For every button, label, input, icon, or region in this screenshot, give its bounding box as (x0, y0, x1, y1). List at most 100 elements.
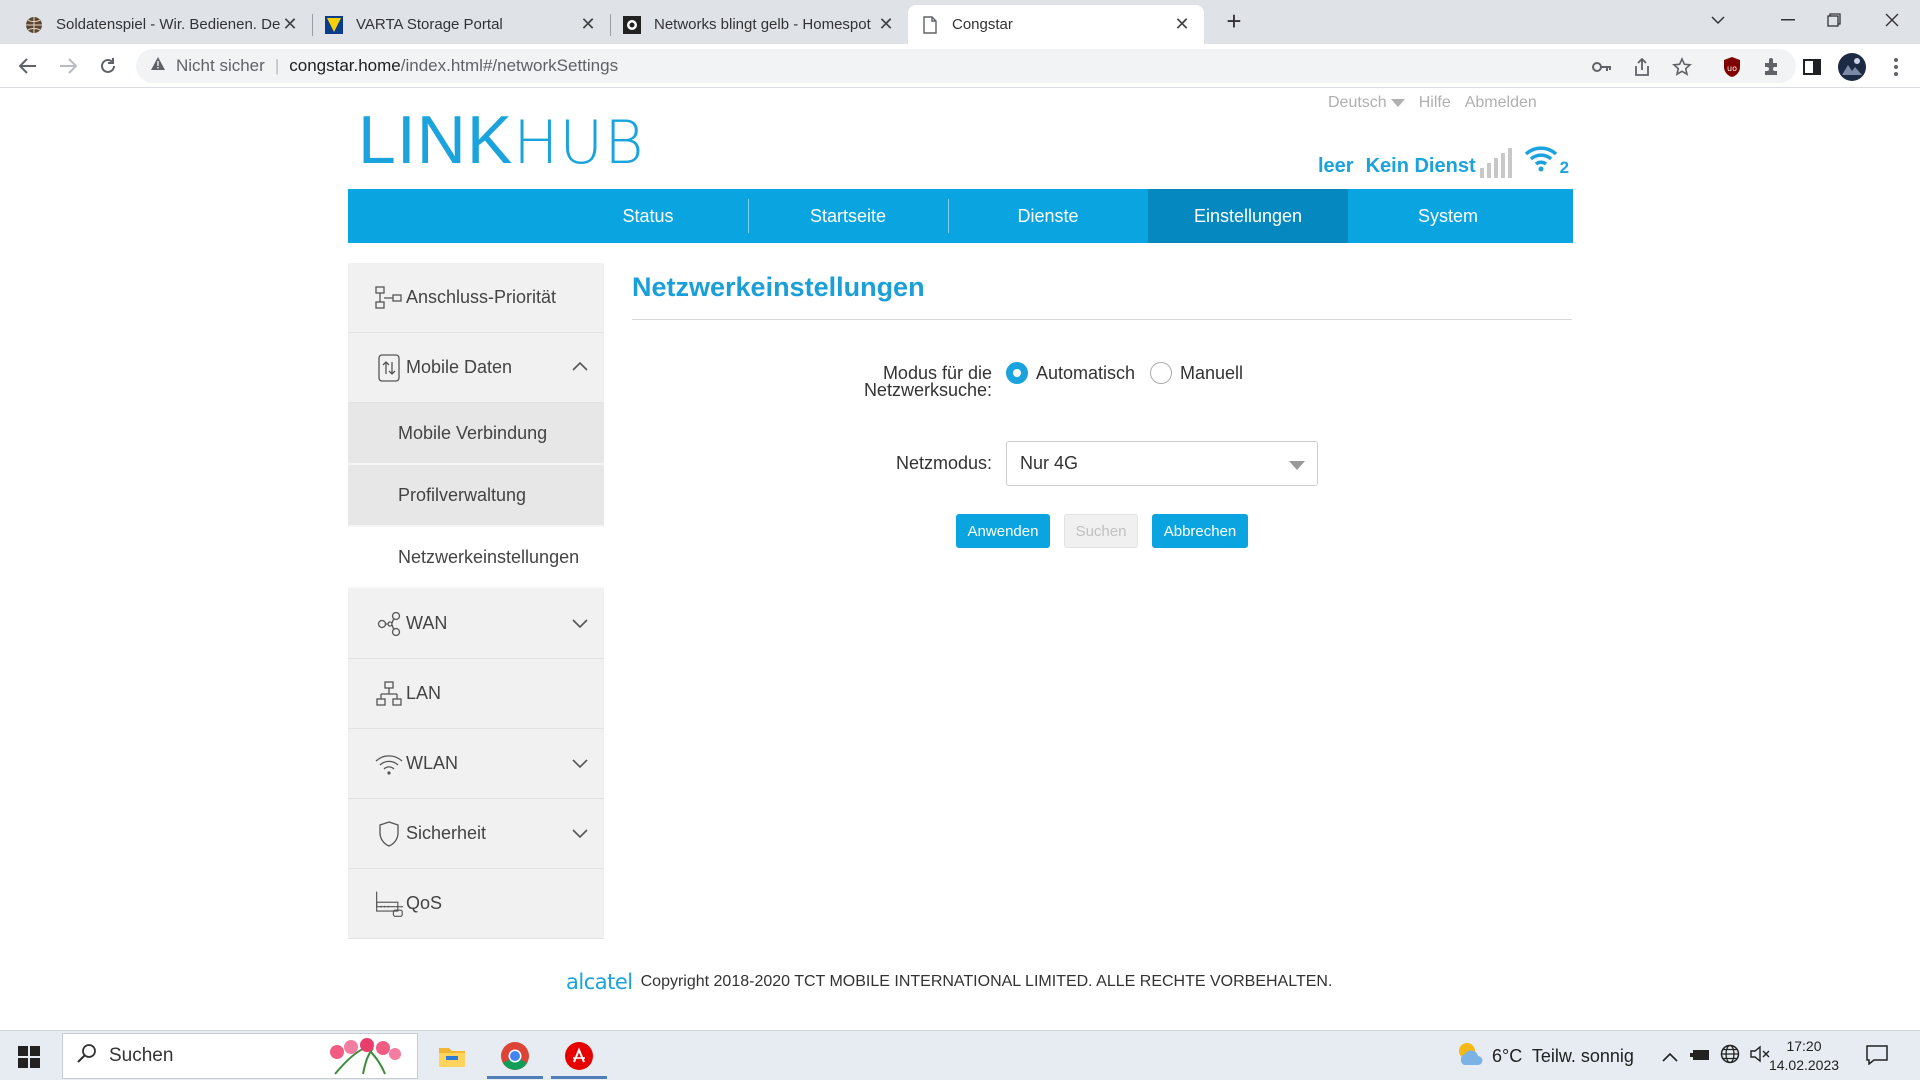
page-title: Netzwerkeinstellungen (632, 272, 925, 302)
sidebar-item-label: WAN (406, 613, 448, 633)
close-icon[interactable]: ✕ (876, 14, 896, 35)
back-icon[interactable] (14, 52, 42, 80)
restore-button[interactable] (1806, 0, 1862, 40)
speaker-muted-icon[interactable] (1750, 1045, 1770, 1068)
sidepanel-icon[interactable] (1800, 55, 1824, 79)
nav-einstellungen[interactable]: Einstellungen (1148, 189, 1348, 243)
clock-date: 14.02.2023 (1768, 1057, 1840, 1073)
nav-dienste[interactable]: Dienste (948, 189, 1148, 243)
dropdown-arrow-icon (1289, 461, 1305, 470)
header-links: Deutsch Hilfe Abmelden (1328, 94, 1537, 112)
radio-label: Automatisch (1036, 362, 1136, 383)
notification-icon[interactable] (1866, 1045, 1888, 1070)
star-icon[interactable] (1670, 55, 1694, 79)
avatar[interactable] (1838, 53, 1866, 81)
radio-automatic[interactable]: Automatisch (1006, 362, 1135, 384)
nav-status[interactable]: Status (548, 189, 748, 243)
nav-system[interactable]: System (1348, 189, 1548, 243)
new-tab-button[interactable]: + (1220, 8, 1248, 36)
address-toolbar: Nicht sicher | congstar.home/index.html#… (0, 44, 1920, 88)
browser-tab[interactable]: VARTA Storage Portal ✕ (312, 5, 610, 44)
sidebar-item-network-settings[interactable]: Netzwerkeinstellungen (348, 527, 604, 589)
chevron-up-icon (572, 361, 588, 371)
sidebar-item-label: WLAN (406, 753, 459, 773)
shield-icon (374, 819, 404, 849)
language-label: Deutsch (1328, 94, 1387, 111)
chevron-down-icon (572, 619, 588, 629)
logout-link[interactable]: Abmelden (1465, 94, 1537, 112)
close-icon[interactable]: ✕ (1172, 14, 1192, 35)
browser-tab-strip: Soldatenspiel - Wir. Bedienen. Deutschla… (0, 0, 1920, 44)
reload-icon[interactable] (94, 52, 122, 80)
radio-label: Manuell (1180, 362, 1244, 383)
sidebar-item-security[interactable]: Sicherheit (348, 799, 604, 869)
network-status: Kein Dienst (1365, 155, 1476, 177)
language-select[interactable]: Deutsch (1328, 94, 1405, 112)
forum-icon (622, 15, 642, 35)
logo-text-light: HUB (513, 108, 645, 178)
ublock-icon[interactable]: uo (1720, 55, 1744, 79)
extensions-icon[interactable] (1760, 55, 1784, 79)
sidebar-item-label: LAN (406, 683, 442, 703)
radio-unchecked-icon (1150, 362, 1172, 384)
share-icon[interactable] (1630, 55, 1654, 79)
wifi-icon (1524, 144, 1558, 178)
forward-icon[interactable] (54, 52, 82, 80)
battery-icon[interactable] (1689, 1046, 1710, 1067)
netmode-label: Netzmodus: (895, 453, 992, 473)
apply-button[interactable]: Anwenden (956, 514, 1050, 548)
netmode-value: Nur 4G (1020, 453, 1079, 473)
network-globe-icon[interactable] (1720, 1044, 1740, 1069)
sidebar-item-wlan[interactable]: WLAN (348, 729, 604, 799)
key-icon[interactable] (1590, 55, 1614, 79)
chrome-icon[interactable] (487, 1033, 543, 1079)
sidebar-item-label: QoS (406, 893, 443, 913)
sidebar-item-lan[interactable]: LAN (348, 659, 604, 729)
netmode-select[interactable]: Nur 4G (1006, 441, 1318, 486)
search-icon (77, 1043, 97, 1069)
connection-priority-icon (374, 283, 404, 313)
menu-icon[interactable] (1884, 55, 1908, 79)
tab-title: VARTA Storage Portal (356, 16, 503, 33)
radio-manual[interactable]: Manuell (1150, 362, 1243, 384)
file-explorer-icon[interactable] (424, 1033, 480, 1079)
url-input[interactable]: Nicht sicher | congstar.home/index.html#… (136, 49, 1796, 83)
browser-tab[interactable]: Networks blingt gelb - Homespot ✕ (610, 5, 908, 44)
tab-title: Congstar (952, 16, 1013, 33)
wlan-icon (374, 749, 404, 779)
chevron-up-icon[interactable] (1662, 1046, 1678, 1067)
vodafone-app-icon[interactable] (551, 1033, 607, 1079)
chevron-down-icon (572, 829, 588, 839)
linkhub-logo: LINKHUB (358, 104, 645, 179)
close-window-button[interactable] (1864, 0, 1920, 40)
browser-tab[interactable]: Soldatenspiel - Wir. Bedienen. Deutschla… (12, 5, 312, 44)
weather-text[interactable]: 6°C Teilw. sonnig (1492, 1046, 1634, 1067)
search-button[interactable]: Suchen (1064, 514, 1138, 548)
sidebar-item-qos[interactable]: QoS (348, 869, 604, 939)
sidebar-item-profile-management[interactable]: Profilverwaltung (348, 465, 604, 527)
taskbar-search-input[interactable]: Suchen (62, 1033, 418, 1079)
weather-icon[interactable] (1456, 1041, 1484, 1072)
footer: alcatel Copyright 2018-2020 TCT MOBILE I… (566, 970, 1332, 994)
tab-search-icon[interactable] (1690, 0, 1746, 40)
windows-start-icon[interactable] (18, 1046, 40, 1068)
help-link[interactable]: Hilfe (1419, 94, 1451, 112)
sidebar-item-mobile-connection[interactable]: Mobile Verbindung (348, 403, 604, 465)
settings-sidebar: Anschluss-Priorität Mobile Daten Mobile … (348, 263, 604, 939)
logo-text-bold: LINK (358, 102, 514, 178)
nav-startseite[interactable]: Startseite (748, 189, 948, 243)
sidebar-item-wan[interactable]: WAN (348, 589, 604, 659)
globe-icon (24, 15, 44, 35)
varta-icon (324, 15, 344, 35)
sidebar-item-mobile-data[interactable]: Mobile Daten (348, 333, 604, 403)
taskbar: Suchen 6°C Teilw. sonnig 17:20 14.02.202… (0, 1030, 1920, 1080)
sidebar-item-connection-priority[interactable]: Anschluss-Priorität (348, 263, 604, 333)
tulips-icon (325, 1038, 405, 1080)
search-placeholder: Suchen (109, 1045, 174, 1066)
cancel-button[interactable]: Abbrechen (1152, 514, 1248, 548)
close-icon[interactable]: ✕ (280, 14, 300, 35)
clock[interactable]: 17:20 14.02.2023 (1768, 1037, 1840, 1075)
security-status[interactable]: Nicht sicher (176, 56, 265, 76)
close-icon[interactable]: ✕ (578, 14, 598, 35)
browser-tab-active[interactable]: Congstar ✕ (908, 5, 1204, 44)
